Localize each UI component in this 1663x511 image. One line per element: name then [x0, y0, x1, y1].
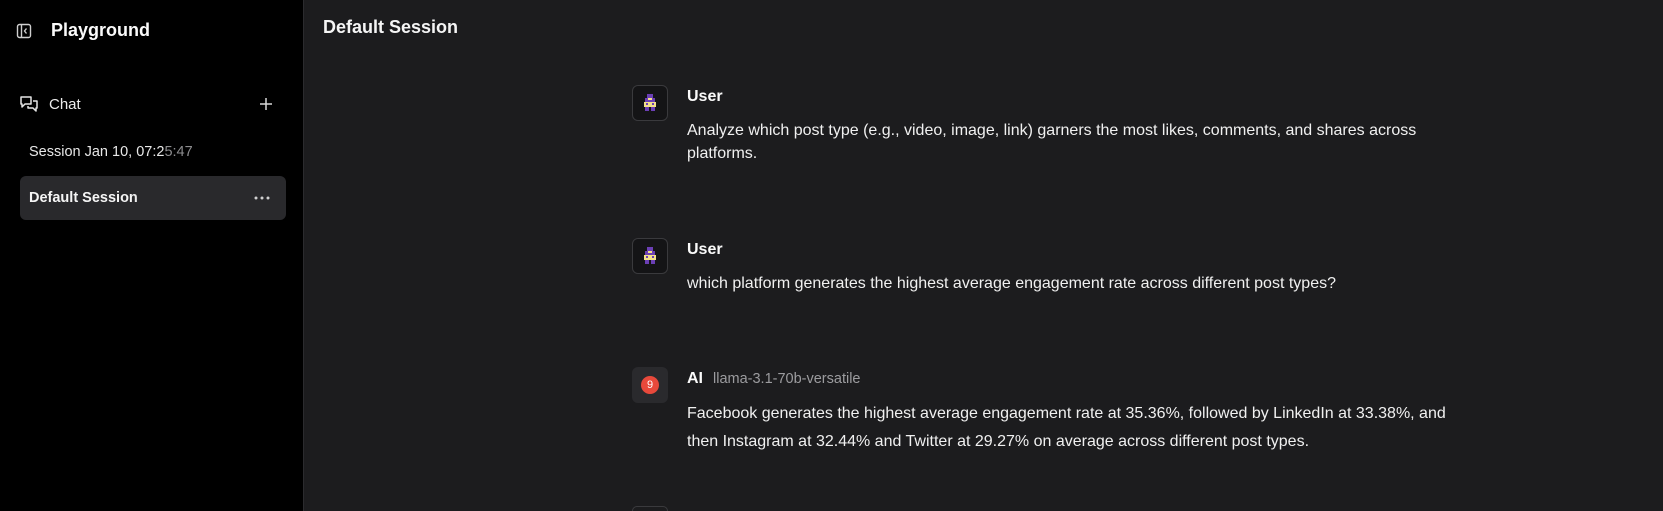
user-avatar-icon [632, 85, 668, 121]
ai-badge: 9 [641, 376, 659, 394]
message-author: AI llama-3.1-70b-versatile [687, 370, 861, 387]
chat-label: Chat [49, 95, 81, 113]
sidebar-header: Playground [14, 20, 150, 41]
app-title: Playground [51, 20, 151, 40]
chat-section-header: Chat [18, 92, 284, 116]
page-title: Default Session [323, 17, 459, 37]
more-options-icon[interactable] [250, 187, 274, 209]
chat-main: Default Session User Analyze which post … [305, 0, 1663, 511]
next-message-avatar [632, 506, 668, 511]
user-avatar-icon [632, 238, 668, 274]
new-chat-button[interactable] [254, 92, 278, 116]
message-text: Analyze which post type (e.g., video, im… [687, 122, 1417, 162]
session-label: Session Jan 10, 07:25:47 [29, 144, 193, 160]
message-author: User [687, 88, 723, 105]
sidebar-collapse-icon[interactable] [14, 21, 34, 41]
ai-avatar-icon: 9 [632, 367, 668, 403]
session-item-active[interactable]: Default Session [20, 176, 286, 220]
session-label: Default Session [29, 190, 138, 206]
sidebar: Playground Chat Session Jan 10, 07:25:47… [0, 0, 304, 511]
chat-bubbles-icon [18, 93, 40, 115]
message-text: Facebook generates the highest average e… [687, 405, 1446, 450]
message-text: which platform generates the highest ave… [687, 275, 1336, 292]
model-name: llama-3.1-70b-versatile [713, 371, 861, 387]
message-author: User [687, 241, 723, 258]
session-item[interactable]: Session Jan 10, 07:25:47 [20, 130, 286, 174]
session-fade [130, 182, 260, 214]
